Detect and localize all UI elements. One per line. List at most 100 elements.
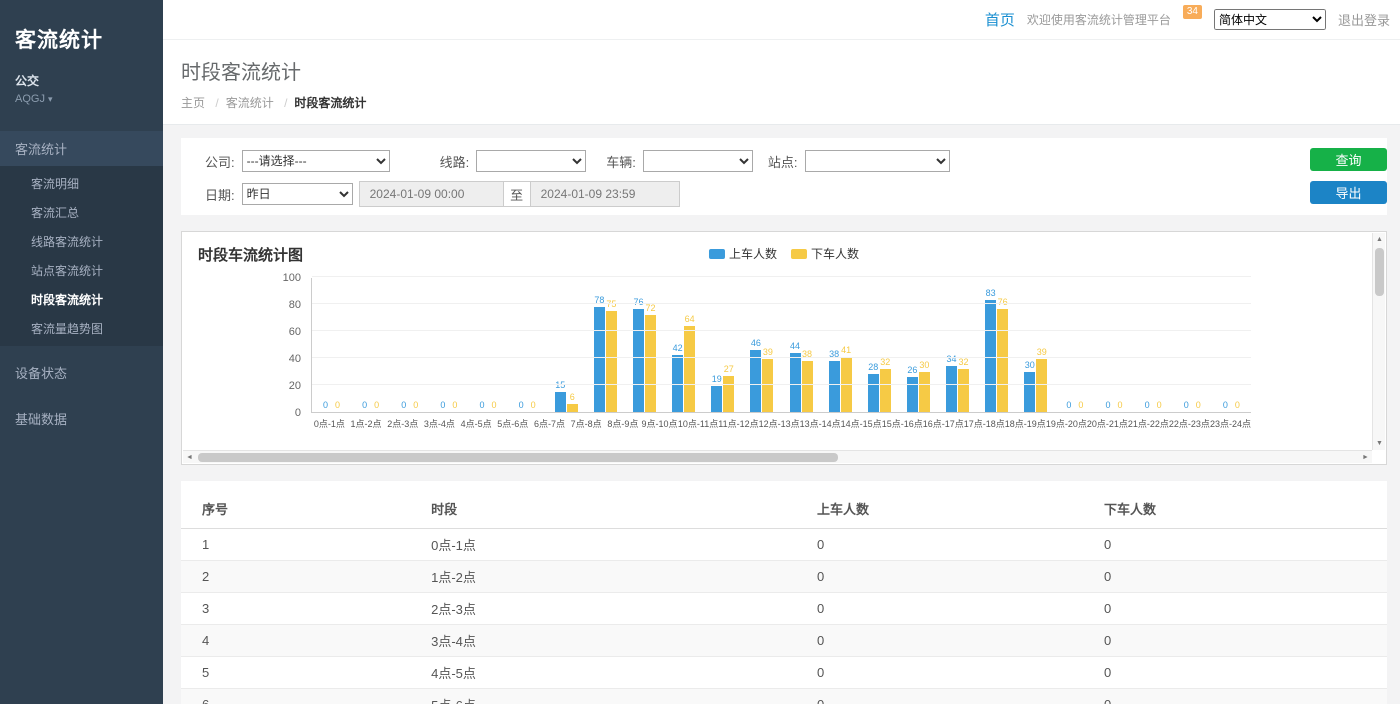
start-date-input[interactable] [359,181,504,207]
x-axis-label: 16点-17点 [923,413,964,431]
user-menu[interactable]: AQGJ▾ [15,93,148,105]
bar-value-label: 46 [751,338,761,348]
user-name: AQGJ [15,93,45,105]
chevron-down-icon: ▾ [48,94,53,104]
scroll-up-arrow-icon[interactable]: ▲ [1373,233,1386,246]
bar-group: 00 [1212,278,1251,412]
scroll-right-arrow-icon[interactable]: ► [1359,451,1372,464]
breadcrumb-passenger-stats[interactable]: 客流统计 [208,96,273,110]
bar-group: 1927 [703,278,742,412]
date-label: 日期: [205,185,235,204]
vehicle-select[interactable] [643,150,753,172]
date-preset-select[interactable]: 昨日 [242,183,353,205]
bar-value-label: 0 [413,400,418,410]
sidebar: 客流统计 公交 AQGJ▾ 客流统计 客流明细 客流汇总 线路客流统计 站点客流… [0,0,163,704]
station-select[interactable] [805,150,950,172]
x-axis-label: 13点-14点 [800,413,841,431]
home-link[interactable]: 首页 [985,9,1015,30]
bar-group: 7672 [625,278,664,412]
x-axis-label: 9点-10点 [641,413,678,431]
bar-group: 4264 [664,278,703,412]
filter-row-date: 日期: 昨日 至 [205,181,1363,207]
sidebar-item-period-stats[interactable]: 时段客流统计 [0,285,163,314]
legend-item-alighting[interactable]: 下车人数 [791,245,859,262]
page-heading: 时段客流统计 主页 客流统计 时段客流统计 [163,40,1400,125]
sidebar-item-device-status[interactable]: 设备状态 [0,353,163,392]
table-cell: 6 [181,689,410,704]
bar-group: 00 [1134,278,1173,412]
bar-value-label: 0 [1106,400,1111,410]
bar-column: 30 [1024,278,1035,412]
plot-column: 0000000000001567875767242641927463944383… [311,278,1251,431]
y-axis-tick-label: 20 [289,380,301,392]
notification-badge[interactable]: 34 [1183,5,1202,19]
bar-column: 83 [985,278,996,412]
end-date-input[interactable] [530,181,680,207]
sidebar-item-passenger-stats[interactable]: 客流统计 [0,131,163,166]
logout-link[interactable]: 退出登录 [1338,10,1390,29]
table-cell: 0 [796,689,1083,704]
legend-label-alighting: 下车人数 [811,245,859,262]
chart-horizontal-scrollbar[interactable]: ◄ ► [183,450,1372,463]
org-name: 公交 [15,72,148,89]
sidebar-item-trend-chart[interactable]: 客流量趋势图 [0,314,163,343]
line-label: 线路: [440,152,470,171]
breadcrumb-home[interactable]: 主页 [181,96,205,110]
bar-value-label: 0 [519,400,524,410]
table-row: 65点-6点00 [181,689,1387,704]
legend-item-boarding[interactable]: 上车人数 [709,245,777,262]
bar-column: 34 [946,278,957,412]
bar [555,392,566,412]
sidebar-item-line-stats[interactable]: 线路客流统计 [0,227,163,256]
scroll-left-arrow-icon[interactable]: ◄ [183,451,196,464]
bar-value-label: 26 [907,365,917,375]
bar-column: 0 [332,278,343,412]
bar-group: 00 [1173,278,1212,412]
bar-column: 0 [449,278,460,412]
bar-column: 27 [723,278,734,412]
query-button[interactable]: 查询 [1310,148,1387,171]
bar [919,372,930,413]
bar-column: 38 [802,278,813,412]
bar-column: 0 [516,278,527,412]
breadcrumb-current: 时段客流统计 [277,96,366,110]
date-range-separator: 至 [503,181,531,207]
bar-column: 0 [1075,278,1086,412]
sidebar-submenu: 客流明细 客流汇总 线路客流统计 站点客流统计 时段客流统计 客流量趋势图 [0,166,163,346]
table-body: 10点-1点0021点-2点0032点-3点0043点-4点0054点-5点00… [181,529,1387,704]
export-button[interactable]: 导出 [1310,181,1387,204]
bar-group: 00 [390,278,429,412]
x-axis-label: 17点-18点 [964,413,1005,431]
company-select[interactable]: ---请选择--- [242,150,390,172]
bar [907,377,918,412]
bar-group: 3841 [821,278,860,412]
x-axis-label: 5点-6点 [494,413,531,431]
bar-column: 0 [1232,278,1243,412]
x-axis-label: 3点-4点 [421,413,458,431]
line-select[interactable] [476,150,586,172]
language-select[interactable]: 简体中文 [1214,9,1326,30]
scroll-down-arrow-icon[interactable]: ▼ [1373,437,1386,450]
sidebar-item-station-stats[interactable]: 站点客流统计 [0,256,163,285]
bar-value-label: 32 [880,357,890,367]
bar-column: 39 [1036,278,1047,412]
bar-group: 4438 [782,278,821,412]
x-axis-label: 10点-11点 [678,413,718,431]
sidebar-item-flow-summary[interactable]: 客流汇总 [0,198,163,227]
bar-column: 64 [684,278,695,412]
bar-value-label: 0 [440,400,445,410]
horizontal-scroll-thumb[interactable] [198,453,838,462]
bar-column: 0 [1063,278,1074,412]
plot-area: 0000000000001567875767242641927463944383… [311,278,1251,413]
bar-column: 28 [868,278,879,412]
chart-vertical-scrollbar[interactable]: ▲ ▼ [1372,233,1385,450]
bar-column: 46 [750,278,761,412]
sidebar-item-base-data[interactable]: 基础数据 [0,399,163,438]
table-header-index: 序号 [181,491,410,529]
vertical-scroll-thumb[interactable] [1375,248,1384,296]
bar-column: 32 [880,278,891,412]
sidebar-item-flow-detail[interactable]: 客流明细 [0,169,163,198]
x-axis-label: 4点-5点 [458,413,495,431]
bar-value-label: 83 [986,288,996,298]
bar-column: 72 [645,278,656,412]
